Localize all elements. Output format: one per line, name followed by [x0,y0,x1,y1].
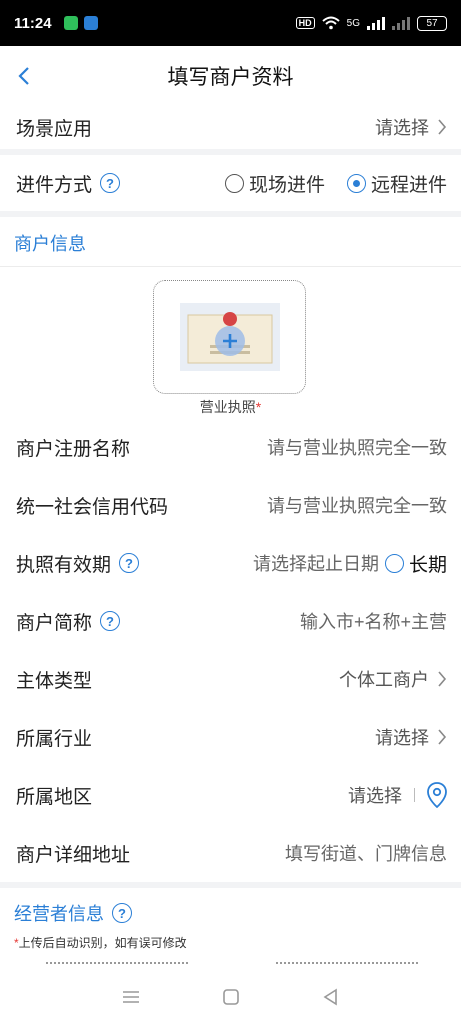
entry-method-row: 进件方式 ? 现场进件 远程进件 [0,155,461,211]
help-icon[interactable]: ? [119,553,140,573]
radio-onsite-label: 现场进件 [248,174,325,196]
upload-slot-2[interactable] [276,962,418,966]
credit-code-label: 统一社会信用代码 [16,496,169,518]
address-label: 商户详细地址 [16,844,131,866]
region-value-text: 请选择 [348,786,402,806]
entity-type-value-text: 个体工商户 [339,670,429,690]
validity-value: 请选择起止日期 长期 [253,550,447,577]
address-input[interactable]: 填写街道、门牌信息 [285,840,447,866]
industry-label: 所属行业 [16,728,93,750]
separator [414,788,415,802]
validity-row: 执照有效期 ? 请选择起止日期 长期 [0,534,461,592]
network-type: 5G [346,17,360,29]
section-operator-info: 经营者信息 ? [14,900,132,926]
help-icon[interactable]: ? [100,611,121,631]
entity-type-row[interactable]: 主体类型 个体工商户 [0,650,461,708]
entity-type-value: 个体工商户 [339,666,447,692]
license-illustration-icon [179,303,280,371]
region-label: 所属地区 [16,786,93,808]
radio-remote[interactable]: 远程进件 [346,170,447,197]
region-row[interactable]: 所属地区 请选择 [0,766,461,824]
hd-icon: HD [295,17,315,29]
section-operator-info-text: 经营者信息 [14,904,104,924]
section-gap [0,882,461,888]
merchant-name-input[interactable]: 请与营业执照完全一致 [267,434,447,460]
back-triangle-icon[interactable] [322,988,340,1006]
help-icon[interactable]: ? [100,173,121,193]
note-text: 上传后自动识别，如有误可修改 [18,936,187,950]
short-name-row[interactable]: 商户简称 ? 输入市+名称+主营 [0,592,461,650]
chevron-right-icon [438,671,447,687]
status-bar: 11:24 HD 5G 57 [0,0,461,46]
home-icon[interactable] [222,988,240,1006]
chevron-right-icon [438,119,447,135]
upload-label-text: 营业执照 [199,399,256,415]
help-icon[interactable]: ? [112,903,132,923]
radio-checked-icon [346,173,366,193]
upload-note: *上传后自动识别，如有误可修改 [14,934,187,951]
entry-method-label: 进件方式 [16,174,93,196]
upload-label: 营业执照* [0,397,461,417]
scene-row[interactable]: 场景应用 请选择 [0,106,461,148]
menu-icon[interactable] [121,989,141,1005]
short-name-label: 商户简称 [16,612,93,634]
radio-circle-icon [224,173,244,193]
entry-method-options: 现场进件 远程进件 [224,170,447,197]
back-button[interactable] [6,56,42,96]
credit-code-row[interactable]: 统一社会信用代码 请与营业执照完全一致 [0,476,461,534]
section-merchant-info: 商户信息 [14,234,86,254]
system-nav-bar [0,970,461,1024]
wifi-icon [321,16,340,30]
phone-app-icon [63,16,78,30]
credit-code-input[interactable]: 请与营业执照完全一致 [267,492,447,518]
entity-type-label: 主体类型 [16,670,93,692]
scene-label: 场景应用 [16,118,93,140]
location-pin-icon[interactable] [427,782,447,808]
validity-date-picker[interactable]: 请选择起止日期 [253,550,379,576]
long-term-label: 长期 [408,554,447,576]
business-license-upload[interactable] [153,280,306,394]
scene-value-text: 请选择 [375,118,429,138]
merchant-name-label: 商户注册名称 [16,438,131,460]
short-name-input[interactable]: 输入市+名称+主营 [300,608,447,634]
license-card-icon [179,303,280,371]
industry-row[interactable]: 所属行业 请选择 [0,708,461,766]
radio-onsite[interactable]: 现场进件 [224,170,325,197]
chevron-right-icon [438,729,447,745]
signal-2-icon [392,17,410,30]
region-value: 请选择 [348,782,447,808]
chevron-left-icon [18,67,29,85]
status-time: 11:24 [14,14,52,32]
long-term-radio[interactable]: 长期 [384,550,447,577]
browser-app-icon [83,16,98,30]
battery-icon: 57 [417,15,447,31]
required-mark: * [255,399,262,415]
radio-circle-icon [384,553,404,573]
radio-remote-label: 远程进件 [370,174,447,196]
address-row[interactable]: 商户详细地址 填写街道、门牌信息 [0,824,461,882]
signal-icon [367,17,385,30]
section-gap [0,211,461,217]
industry-value: 请选择 [375,724,447,750]
page-title: 填写商户资料 [167,66,294,89]
divider [0,266,461,267]
merchant-name-row[interactable]: 商户注册名称 请与营业执照完全一致 [0,418,461,476]
battery-level: 57 [426,17,438,29]
industry-value-text: 请选择 [375,728,429,748]
nav-bar: 填写商户资料 [0,46,461,106]
validity-label: 执照有效期 [16,554,112,576]
scene-value: 请选择 [375,114,447,140]
upload-slot-1[interactable] [46,962,188,966]
